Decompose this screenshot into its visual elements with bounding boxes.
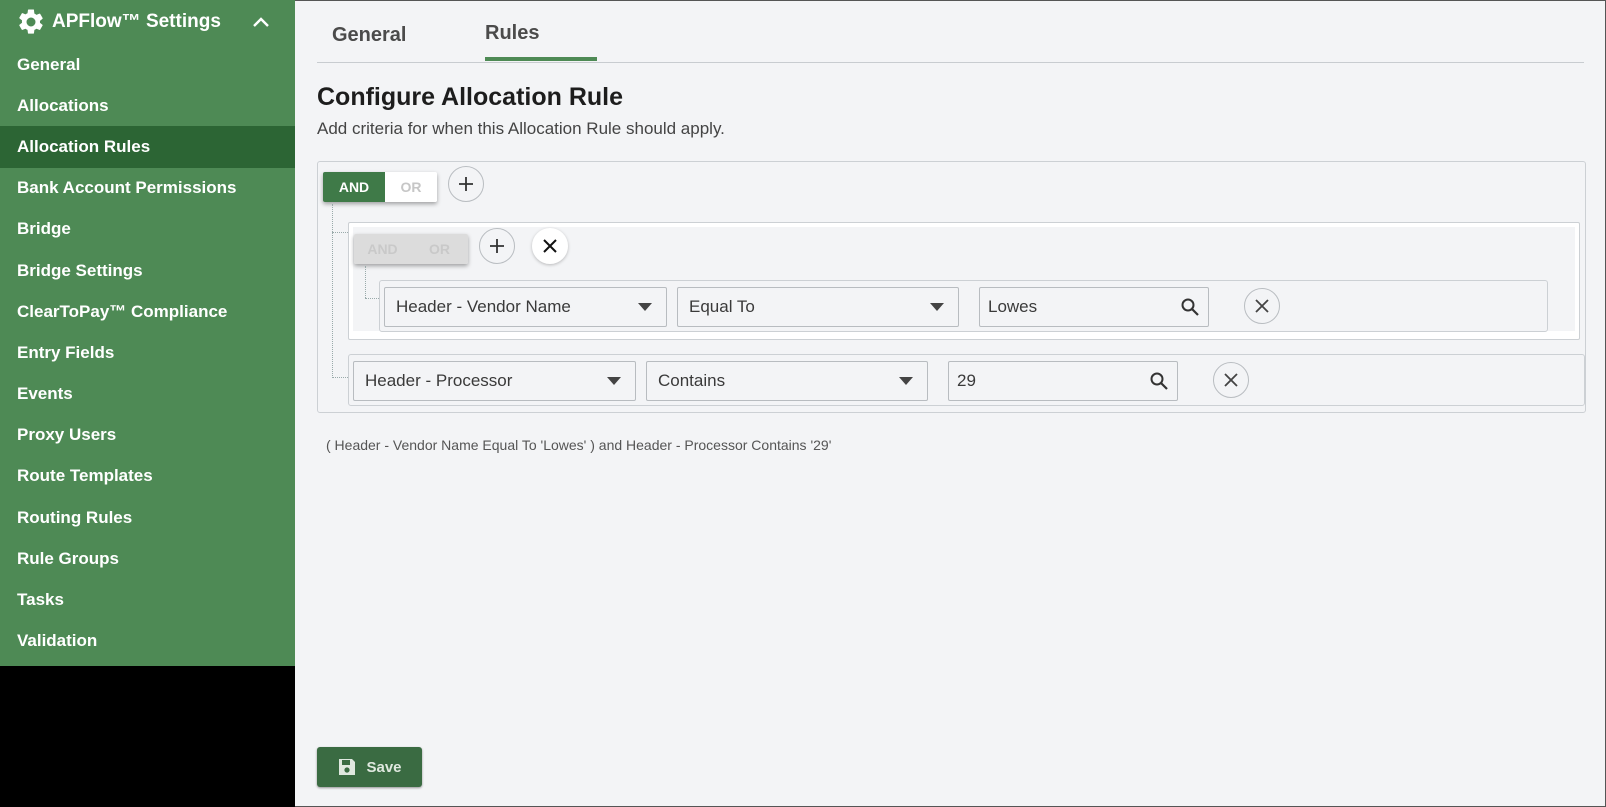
sidebar-item-bank-account-permissions[interactable]: Bank Account Permissions [0,168,295,209]
sidebar-item-label: Routing Rules [17,507,133,527]
sidebar-item-validation[interactable]: Validation [0,621,295,662]
sidebar-panel: APFlow™ Settings General Allocations All… [0,0,295,666]
field-select[interactable]: Header - Vendor Name [384,287,667,327]
sidebar-item-label: Route Templates [17,466,153,486]
sidebar-item-allocation-rules[interactable]: Allocation Rules [0,126,295,168]
remove-rule-button[interactable] [1244,288,1280,324]
sidebar-item-proxy-users[interactable]: Proxy Users [0,415,295,456]
root-and-button[interactable]: AND [323,172,385,202]
main-content: General Rules Configure Allocation Rule … [295,0,1606,807]
active-tab-indicator [485,57,597,61]
sidebar-item-label: Proxy Users [17,425,117,445]
field-select-value: Header - Vendor Name [396,297,571,316]
caret-down-icon [930,303,944,311]
remove-rule-button[interactable] [1213,362,1249,398]
sidebar-item-cleartopay-compliance[interactable]: ClearToPay™ Compliance [0,291,295,332]
gear-icon [19,9,43,34]
value-search-input[interactable]: 29 [948,361,1178,401]
rule-builder: AND OR AND OR Header - Vendor Name Equal… [317,161,1586,413]
root-and-or-toggle: AND OR [323,172,437,202]
page-subtitle: Add criteria for when this Allocation Ru… [317,119,725,138]
sidebar-item-label: Bridge Settings [17,260,143,280]
sidebar-item-label: Tasks [17,590,64,610]
tab-general[interactable]: General [332,24,406,47]
value-search-input[interactable]: Lowes [979,287,1209,327]
sidebar-title: APFlow™ Settings [52,11,221,32]
group-and-or-toggle: AND OR [354,234,468,264]
chevron-up-icon[interactable] [251,12,271,32]
sidebar-item-label: Rule Groups [17,548,120,568]
tree-connector [332,377,348,378]
tree-connector [332,204,333,378]
operator-select-value: Equal To [689,297,755,316]
sidebar-header[interactable]: APFlow™ Settings [0,0,295,44]
tree-connector [332,232,348,233]
tree-connector [365,298,379,299]
page-title: Configure Allocation Rule [317,83,624,111]
sidebar-item-label: Events [17,384,73,404]
sidebar-item-label: Bank Account Permissions [17,178,237,198]
sidebar-item-events[interactable]: Events [0,374,295,415]
close-icon [1255,299,1269,313]
sidebar-item-entry-fields[interactable]: Entry Fields [0,332,295,373]
field-select-value: Header - Processor [365,371,513,390]
rule-summary: ( Header - Vendor Name Equal To 'Lowes' … [326,437,832,453]
sidebar-item-bridge[interactable]: Bridge [0,209,295,250]
root-or-button[interactable]: OR [385,172,437,202]
field-select[interactable]: Header - Processor [353,361,636,401]
sidebar-item-label: ClearToPay™ Compliance [17,301,228,321]
sidebar-item-tasks[interactable]: Tasks [0,579,295,620]
save-button[interactable]: Save [317,747,422,787]
caret-down-icon [638,303,652,311]
close-icon [1224,373,1238,387]
add-group-rule-button[interactable] [479,228,515,264]
group-and-button[interactable]: AND [354,234,411,264]
operator-select[interactable]: Equal To [677,287,959,327]
sidebar-item-label: General [17,54,81,74]
save-button-label: Save [366,758,402,776]
caret-down-icon [607,377,621,385]
sidebar-item-label: Validation [17,631,98,651]
plus-icon [459,177,473,191]
floppy-disk-icon [339,759,356,775]
sidebar-item-general[interactable]: General [0,44,295,85]
sidebar-item-routing-rules[interactable]: Routing Rules [0,497,295,538]
rule-row: Header - Processor Contains 29 [348,354,1585,406]
sidebar-item-label: Bridge [17,219,71,239]
operator-select-value: Contains [658,371,726,390]
close-icon [543,239,557,253]
remove-group-button[interactable] [532,228,568,264]
sidebar-item-label: Allocations [17,95,109,115]
search-icon[interactable] [1180,297,1200,317]
rule-row: Header - Vendor Name Equal To Lowes [379,280,1548,332]
caret-down-icon [899,377,913,385]
sidebar-item-label: Entry Fields [17,342,115,362]
sidebar-item-rule-groups[interactable]: Rule Groups [0,538,295,579]
sidebar-item-allocations[interactable]: Allocations [0,85,295,126]
tree-connector [365,266,366,298]
sidebar-item-label: Allocation Rules [17,136,151,156]
sidebar-item-route-templates[interactable]: Route Templates [0,456,295,497]
add-rule-button[interactable] [448,166,484,202]
tab-rules[interactable]: Rules [485,22,539,45]
value-search-text: Lowes [988,297,1038,316]
value-search-text: 29 [957,371,976,390]
sidebar-item-bridge-settings[interactable]: Bridge Settings [0,250,295,291]
plus-icon [490,239,504,253]
tab-bar: General Rules [317,0,1584,63]
operator-select[interactable]: Contains [646,361,928,401]
sidebar: APFlow™ Settings General Allocations All… [0,0,295,807]
search-icon[interactable] [1149,371,1169,391]
group-or-button[interactable]: OR [411,234,468,264]
